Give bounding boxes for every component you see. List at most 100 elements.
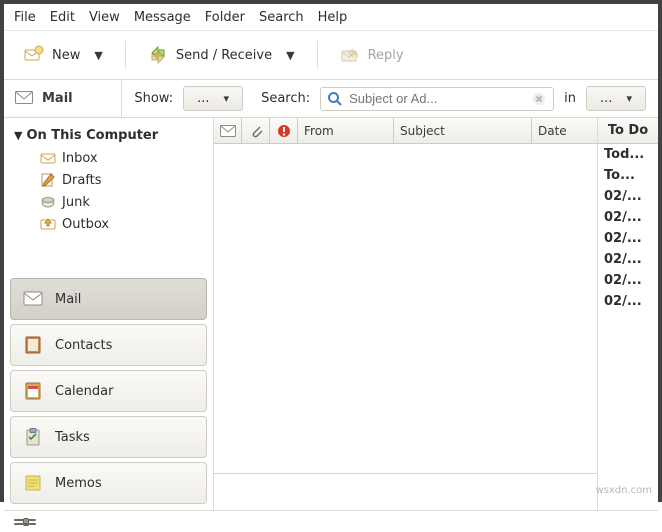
reply-icon: [340, 45, 360, 65]
chevron-down-icon: ▾: [620, 92, 632, 105]
menu-file[interactable]: File: [14, 10, 36, 25]
todo-item[interactable]: 02/...: [598, 207, 658, 228]
search-icon: [327, 91, 343, 107]
new-button[interactable]: New ▼: [14, 39, 113, 71]
menu-folder[interactable]: Folder: [205, 10, 245, 25]
search-input[interactable]: [349, 91, 525, 106]
in-dropdown[interactable]: ... ▾: [586, 86, 646, 111]
attachment-icon: [248, 121, 263, 141]
switch-label: Tasks: [55, 430, 90, 445]
todo-pane: To Do Tod... To... 02/... 02/... 02/... …: [598, 118, 658, 510]
sidebar-header: Mail: [4, 80, 122, 117]
show-label: Show:: [134, 91, 173, 106]
col-from[interactable]: From: [298, 118, 394, 143]
search-field[interactable]: [320, 87, 554, 111]
switch-contacts[interactable]: Contacts: [10, 324, 207, 366]
important-icon: [276, 121, 291, 141]
watermark: wsxdn.com: [595, 485, 652, 496]
todo-item[interactable]: 02/...: [598, 291, 658, 312]
todo-item[interactable]: 02/...: [598, 228, 658, 249]
toolbar-divider: [317, 41, 318, 69]
in-label: in: [564, 91, 576, 106]
todo-item[interactable]: To...: [598, 165, 658, 186]
col-read-status[interactable]: [214, 118, 242, 143]
col-subject[interactable]: Subject: [394, 118, 532, 143]
switch-label: Contacts: [55, 338, 112, 353]
switch-memos[interactable]: Memos: [10, 462, 207, 504]
main-toolbar: New ▼ Send / Receive ▼ Reply: [4, 31, 658, 80]
chevron-down-icon: ▾: [218, 92, 230, 105]
component-switcher: Mail Contacts Calendar Tasks: [4, 278, 213, 510]
online-status-icon[interactable]: [14, 517, 36, 527]
menu-help[interactable]: Help: [318, 10, 348, 25]
clear-search-icon[interactable]: [531, 91, 547, 107]
sidebar-title: Mail: [42, 91, 73, 106]
chevron-down-icon[interactable]: ▼: [280, 49, 294, 62]
sub-toolbar: Mail Show: ... ▾ Search: in ... ▾: [4, 80, 658, 118]
junk-icon: [40, 194, 56, 210]
mail-new-icon: [24, 45, 44, 65]
filter-bar: Show: ... ▾ Search: in ... ▾: [122, 80, 658, 117]
menu-view[interactable]: View: [89, 10, 120, 25]
todo-item[interactable]: 02/...: [598, 186, 658, 207]
todo-item[interactable]: 02/...: [598, 249, 658, 270]
folder-junk[interactable]: Junk: [8, 191, 209, 213]
message-list-pane: From Subject Date: [214, 118, 598, 510]
content-area: From Subject Date To Do Tod... To... 02/…: [214, 118, 658, 510]
switch-label: Mail: [55, 292, 81, 307]
calendar-icon: [23, 381, 43, 401]
send-receive-label: Send / Receive: [176, 48, 272, 63]
folder-inbox[interactable]: Inbox: [8, 147, 209, 169]
toolbar-divider: [125, 41, 126, 69]
folder-outbox[interactable]: Outbox: [8, 213, 209, 235]
show-value: ...: [197, 91, 209, 106]
switch-tasks[interactable]: Tasks: [10, 416, 207, 458]
message-list[interactable]: [214, 144, 597, 510]
tree-root-label: On This Computer: [26, 128, 158, 143]
status-bar: [4, 510, 658, 532]
col-attachment[interactable]: [242, 118, 270, 143]
mail-icon: [23, 289, 43, 309]
menu-search[interactable]: Search: [259, 10, 304, 25]
reply-button[interactable]: Reply: [330, 39, 414, 71]
menu-bar: File Edit View Message Folder Search Hel…: [4, 4, 658, 31]
todo-header[interactable]: To Do: [598, 118, 658, 144]
folder-tree: ▼ On This Computer Inbox Drafts Junk: [4, 118, 213, 241]
contacts-icon: [23, 335, 43, 355]
chevron-down-icon[interactable]: ▼: [88, 49, 102, 62]
switch-label: Memos: [55, 476, 102, 491]
outbox-icon: [40, 216, 56, 232]
menu-edit[interactable]: Edit: [50, 10, 75, 25]
switch-mail[interactable]: Mail: [10, 278, 207, 320]
in-value: ...: [600, 91, 612, 106]
folder-label: Outbox: [62, 217, 109, 232]
search-label: Search:: [261, 91, 310, 106]
mail-icon: [220, 121, 236, 141]
inbox-icon: [40, 150, 56, 166]
send-receive-icon: [148, 45, 168, 65]
folder-label: Drafts: [62, 173, 102, 188]
tree-root[interactable]: ▼ On This Computer: [8, 124, 209, 147]
reply-label: Reply: [368, 48, 404, 63]
switch-calendar[interactable]: Calendar: [10, 370, 207, 412]
send-receive-button[interactable]: Send / Receive ▼: [138, 39, 305, 71]
show-dropdown[interactable]: ... ▾: [183, 86, 243, 111]
memos-icon: [23, 473, 43, 493]
todo-item[interactable]: 02/...: [598, 270, 658, 291]
folder-label: Inbox: [62, 151, 98, 166]
new-button-label: New: [52, 48, 80, 63]
main-area: ▼ On This Computer Inbox Drafts Junk: [4, 118, 658, 510]
folder-label: Junk: [62, 195, 90, 210]
drafts-icon: [40, 172, 56, 188]
menu-message[interactable]: Message: [134, 10, 191, 25]
tasks-icon: [23, 427, 43, 447]
col-important[interactable]: [270, 118, 298, 143]
folder-drafts[interactable]: Drafts: [8, 169, 209, 191]
switch-label: Calendar: [55, 384, 113, 399]
mail-icon: [14, 88, 34, 108]
todo-item[interactable]: Tod...: [598, 144, 658, 165]
column-headers: From Subject Date: [214, 118, 597, 144]
sidebar: ▼ On This Computer Inbox Drafts Junk: [4, 118, 214, 510]
collapse-icon[interactable]: ▼: [14, 129, 22, 142]
col-date[interactable]: Date: [532, 118, 597, 143]
